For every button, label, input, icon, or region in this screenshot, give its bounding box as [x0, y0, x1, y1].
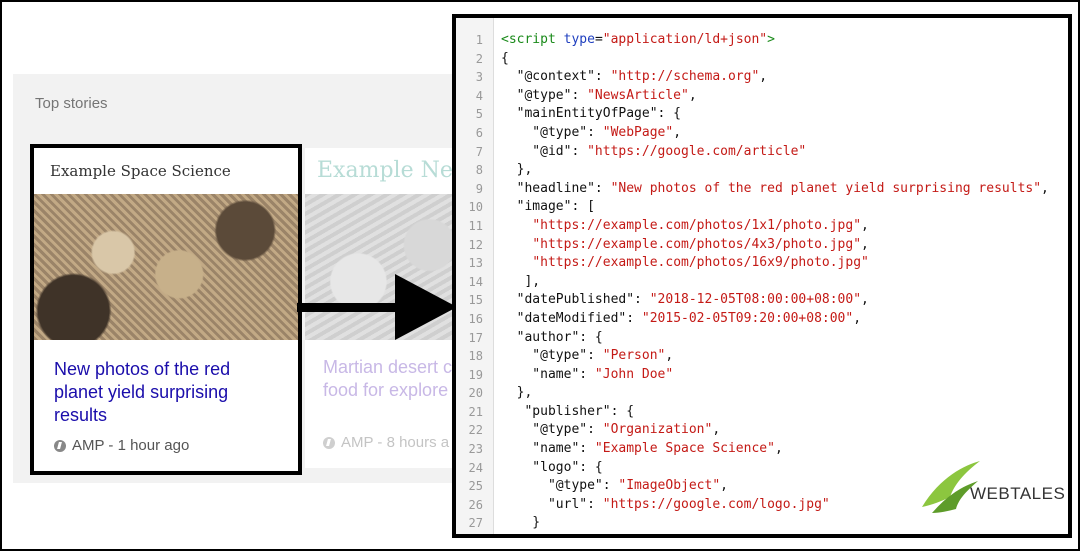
code-text: "headline": "New photos of the red plane… [501, 180, 1049, 196]
code-text: <script type="application/ld+json"> [501, 32, 775, 47]
card-thumbnail[interactable] [34, 194, 298, 340]
card-headline-link[interactable]: New photos of the red planet yield surpr… [54, 358, 284, 427]
code-text: "name": "John Doe" [501, 366, 674, 382]
line-number: 1 [475, 33, 483, 47]
code-text: "@type": "Person", [501, 348, 674, 364]
line-number: 27 [468, 516, 483, 531]
line-number: 22 [468, 423, 483, 438]
code-line: 3 "@context": "http://schema.org", [456, 68, 1068, 87]
amp-icon [54, 439, 66, 452]
code-line: 12 "https://example.com/photos/4x3/photo… [456, 236, 1068, 255]
line-number: 5 [475, 107, 483, 122]
line-number: 23 [468, 442, 483, 457]
code-text: "https://example.com/photos/16x9/photo.j… [532, 255, 869, 271]
code-text: "dateModified": "2015-02-05T09:20:00+08:… [501, 310, 862, 326]
line-number: 21 [468, 404, 483, 419]
line-number: 10 [468, 200, 483, 215]
code-text: "@id": "https://google.com/article" [501, 143, 807, 159]
code-text: ], [501, 273, 541, 289]
line-number: 11 [468, 218, 483, 233]
code-line: 15 "datePublished": "2018-12-05T08:00:00… [456, 291, 1068, 310]
logo-text: WEBTALES [970, 484, 1066, 503]
arrow-shaft [297, 303, 407, 312]
code-line: 18 "@type": "Person", [456, 347, 1068, 366]
line-number: 15 [468, 293, 483, 308]
line-number: 4 [475, 88, 483, 103]
code-line: 11 "https://example.com/photos/1x1/photo… [456, 217, 1068, 236]
code-text: "url": "https://google.com/logo.jpg" [501, 496, 830, 512]
code-line: 6 "@type": "WebPage", [456, 124, 1068, 143]
code-line: 22 "@type": "Organization", [456, 421, 1068, 440]
code-text: "@type": "Organization", [501, 422, 721, 438]
amp-icon [323, 436, 335, 449]
code-text: "https://example.com/photos/4x3/photo.jp… [532, 236, 869, 252]
card-source: Example New [317, 158, 472, 183]
card-source: Example Space Science [50, 162, 231, 180]
line-number: 6 [475, 125, 483, 140]
code-line: 1 <script type="application/ld+json"> [456, 31, 1068, 50]
code-line: 13 "https://example.com/photos/16x9/phot… [456, 254, 1068, 273]
line-number: 19 [468, 367, 483, 382]
line-number: 26 [468, 497, 483, 512]
code-line: 19 "name": "John Doe" [456, 366, 1068, 385]
line-number: 9 [475, 181, 483, 196]
code-text: }, [501, 385, 533, 401]
top-stories-heading: Top stories [35, 95, 108, 112]
code-text: "logo": { [501, 459, 603, 475]
code-text: { [501, 50, 509, 66]
code-line: 4 "@type": "NewsArticle", [456, 87, 1068, 106]
code-text: "name": "Example Space Science", [501, 441, 783, 457]
code-text: "@type": "ImageObject", [501, 478, 728, 494]
line-number: 20 [468, 386, 483, 401]
line-number: 18 [468, 349, 483, 364]
card-meta: AMP - 8 hours a [323, 434, 449, 451]
code-text: "mainEntityOfPage": { [501, 106, 682, 122]
code-line: 8 }, [456, 161, 1068, 180]
line-number: 3 [475, 70, 483, 85]
arrow-right-icon [395, 274, 457, 340]
code-line: 20 }, [456, 384, 1068, 403]
code-text: "@type": "WebPage", [501, 124, 682, 140]
card-meta-text: AMP - 1 hour ago [72, 437, 190, 454]
code-line: 5 "mainEntityOfPage": { [456, 105, 1068, 124]
code-text: "datePublished": "2018-12-05T08:00:00+08… [501, 292, 869, 308]
line-number: 13 [468, 256, 483, 271]
code-text: "publisher": { [501, 403, 635, 419]
line-number: 25 [468, 479, 483, 494]
line-number: 14 [468, 274, 483, 289]
line-number: 17 [468, 330, 483, 345]
code-line: 27 } [456, 514, 1068, 533]
card-meta-text: AMP - 8 hours a [341, 434, 450, 451]
code-line: 16 "dateModified": "2015-02-05T09:20:00+… [456, 310, 1068, 329]
story-card-highlighted[interactable]: Example Space Science New photos of the … [30, 144, 302, 475]
webtales-logo: WEBTALES [920, 457, 1065, 517]
code-text: }, [501, 162, 533, 178]
code-line: 7 "@id": "https://google.com/article" [456, 143, 1068, 162]
line-number: 8 [475, 163, 483, 178]
code-text: "@context": "http://schema.org", [501, 69, 768, 85]
code-line: 17 "author": { [456, 329, 1068, 348]
line-number: 24 [468, 460, 483, 475]
code-line: 2{ [456, 50, 1068, 69]
code-line: 14 ], [456, 273, 1068, 292]
line-number: 12 [468, 237, 483, 252]
card-meta: AMP - 1 hour ago [54, 437, 189, 454]
code-text: "author": { [501, 329, 603, 345]
code-text: "@type": "NewsArticle", [501, 87, 697, 103]
code-line: 23 "name": "Example Space Science", [456, 440, 1068, 459]
code-line: 21 "publisher": { [456, 403, 1068, 422]
code-text: "https://example.com/photos/1x1/photo.jp… [532, 217, 869, 233]
code-text: } [501, 515, 541, 531]
line-number: 16 [468, 311, 483, 326]
code-line: 10 "image": [ [456, 198, 1068, 217]
line-number: 7 [475, 144, 483, 159]
code-text: "image": [ [501, 199, 595, 215]
code-line: 9 "headline": "New photos of the red pla… [456, 180, 1068, 199]
line-number: 2 [475, 51, 483, 66]
